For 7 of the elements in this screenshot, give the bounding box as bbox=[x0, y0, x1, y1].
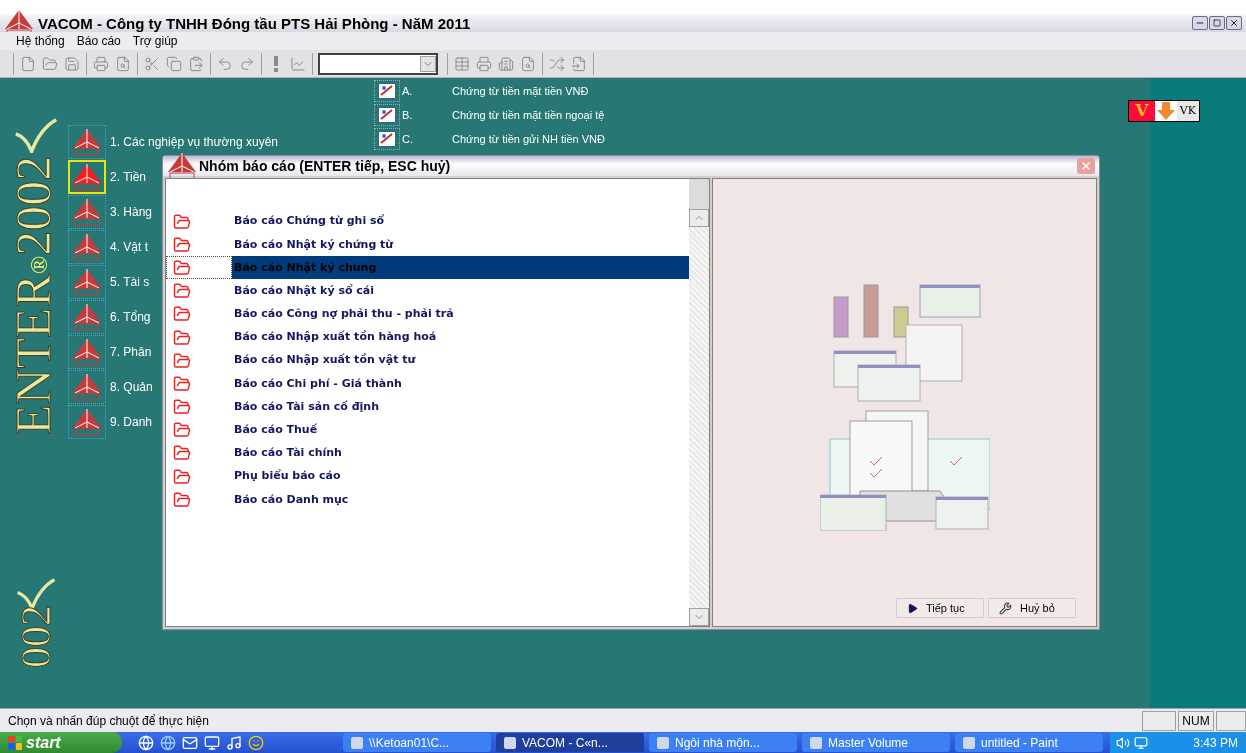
num-lock-indicator: NUM bbox=[1178, 710, 1214, 731]
product-logo-text: 002 bbox=[16, 605, 56, 671]
window-title: VACOM - Công ty TNHH Đóng tầu PTS Hải Phòng - NăM 2011 bbox=[38, 15, 471, 31]
dialog-title: Nhóm báo cáo (ENTER tiếp, ESC huỷ) bbox=[199, 156, 451, 176]
status-message: Chọn và nhấn đúp chuột để thực hiện bbox=[8, 712, 210, 730]
product-logo-text: ENTER®2002 bbox=[5, 155, 63, 438]
clock: 3:43 PM bbox=[1193, 734, 1239, 752]
